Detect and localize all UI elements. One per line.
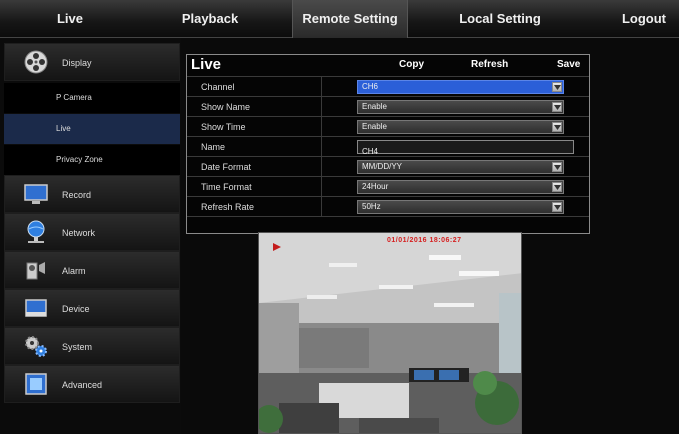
name-field-box	[357, 140, 574, 158]
chevron-down-icon[interactable]	[552, 202, 562, 212]
chevron-down-icon[interactable]	[552, 122, 562, 132]
show-name-select[interactable]: Enable	[357, 100, 564, 114]
sidebar-item-advanced[interactable]: Advanced	[4, 365, 180, 403]
nav-playback[interactable]: Playback	[175, 0, 245, 38]
row-date-format: Date Format MM/DD/YY	[187, 156, 589, 177]
time-format-select[interactable]: 24Hour	[357, 180, 564, 194]
live-settings-panel: Live Copy Refresh Save Channel CH6 Show …	[186, 54, 590, 234]
panel-title: Live	[191, 56, 222, 73]
refresh-button[interactable]: Refresh	[471, 59, 508, 70]
sidebar-item-label: Network	[62, 228, 96, 238]
sidebar-item-display[interactable]: Display	[4, 43, 180, 81]
sidebar: Display P Camera Live Privacy Zone Recor…	[0, 38, 181, 434]
field-label: Time Format	[201, 182, 252, 192]
panel-header: Live Copy Refresh Save	[187, 55, 589, 75]
hard-drive-icon	[25, 299, 47, 317]
film-reel-icon	[24, 50, 48, 74]
row-show-time: Show Time Enable	[187, 116, 589, 137]
save-button[interactable]: Save	[557, 59, 580, 70]
sidebar-item-label: Alarm	[62, 266, 86, 276]
date-format-select[interactable]: MM/DD/YY	[357, 160, 564, 174]
sidebar-subitem-privacy-zone[interactable]: Privacy Zone	[4, 145, 180, 175]
select-value: 50Hz	[362, 202, 381, 211]
nav-local-setting[interactable]: Local Setting	[450, 0, 550, 38]
row-name: Name	[187, 136, 589, 158]
select-value: Enable	[362, 102, 387, 111]
chevron-down-icon[interactable]	[552, 182, 562, 192]
nav-logout[interactable]: Logout	[614, 0, 674, 38]
office-scene-image	[259, 233, 521, 433]
nav-remote-setting[interactable]: Remote Setting	[292, 0, 408, 38]
show-time-select[interactable]: Enable	[357, 120, 564, 134]
chevron-down-icon[interactable]	[552, 162, 562, 172]
sidebar-subitem-label: P Camera	[56, 93, 92, 102]
refresh-rate-select[interactable]: 50Hz	[357, 200, 564, 214]
camera-preview[interactable]: 01/01/2016 18:06:27	[258, 232, 522, 434]
sidebar-item-network[interactable]: Network	[4, 213, 180, 251]
field-label: Date Format	[201, 162, 252, 172]
sidebar-item-alarm[interactable]: Alarm	[4, 251, 180, 289]
channel-select[interactable]: CH6	[357, 80, 564, 94]
sidebar-item-label: Advanced	[62, 380, 103, 390]
sidebar-item-label: Record	[62, 190, 92, 200]
timestamp-overlay: 01/01/2016 18:06:27	[387, 237, 462, 244]
sidebar-item-device[interactable]: Device	[4, 289, 180, 327]
field-label: Name	[201, 142, 226, 152]
advanced-settings-icon	[25, 373, 47, 395]
sidebar-item-label: System	[62, 342, 93, 352]
globe-network-icon	[27, 220, 45, 243]
sidebar-subitem-label: Live	[56, 124, 71, 133]
alarm-icon	[26, 262, 45, 280]
gears-icon	[25, 336, 47, 357]
row-refresh-rate: Refresh Rate 50Hz	[187, 196, 589, 217]
select-value: MM/DD/YY	[362, 162, 402, 171]
sidebar-item-record[interactable]: Record	[4, 175, 180, 213]
field-label: Refresh Rate	[201, 202, 255, 212]
select-value: Enable	[362, 122, 387, 131]
top-nav-bar: Live Playback Remote Setting Local Setti…	[0, 0, 679, 38]
sidebar-item-system[interactable]: System	[4, 327, 180, 365]
monitor-icon	[24, 184, 48, 204]
sidebar-item-label: Device	[62, 304, 90, 314]
sidebar-subitem-ip-camera[interactable]: P Camera	[4, 83, 180, 113]
sidebar-item-label: Display	[62, 58, 92, 68]
select-value: CH6	[362, 82, 379, 91]
chevron-down-icon[interactable]	[552, 82, 562, 92]
copy-button[interactable]: Copy	[399, 59, 424, 70]
field-label: Show Name	[201, 102, 251, 112]
chevron-down-icon[interactable]	[552, 102, 562, 112]
row-time-format: Time Format 24Hour	[187, 176, 589, 197]
row-channel: Channel CH6	[187, 76, 589, 97]
nav-live[interactable]: Live	[40, 0, 100, 38]
sidebar-subitem-live[interactable]: Live	[4, 114, 180, 144]
field-label: Show Time	[201, 122, 246, 132]
select-value: 24Hour	[362, 182, 389, 191]
sidebar-subitem-label: Privacy Zone	[56, 155, 103, 164]
row-show-name: Show Name Enable	[187, 96, 589, 117]
field-label: Channel	[201, 82, 235, 92]
